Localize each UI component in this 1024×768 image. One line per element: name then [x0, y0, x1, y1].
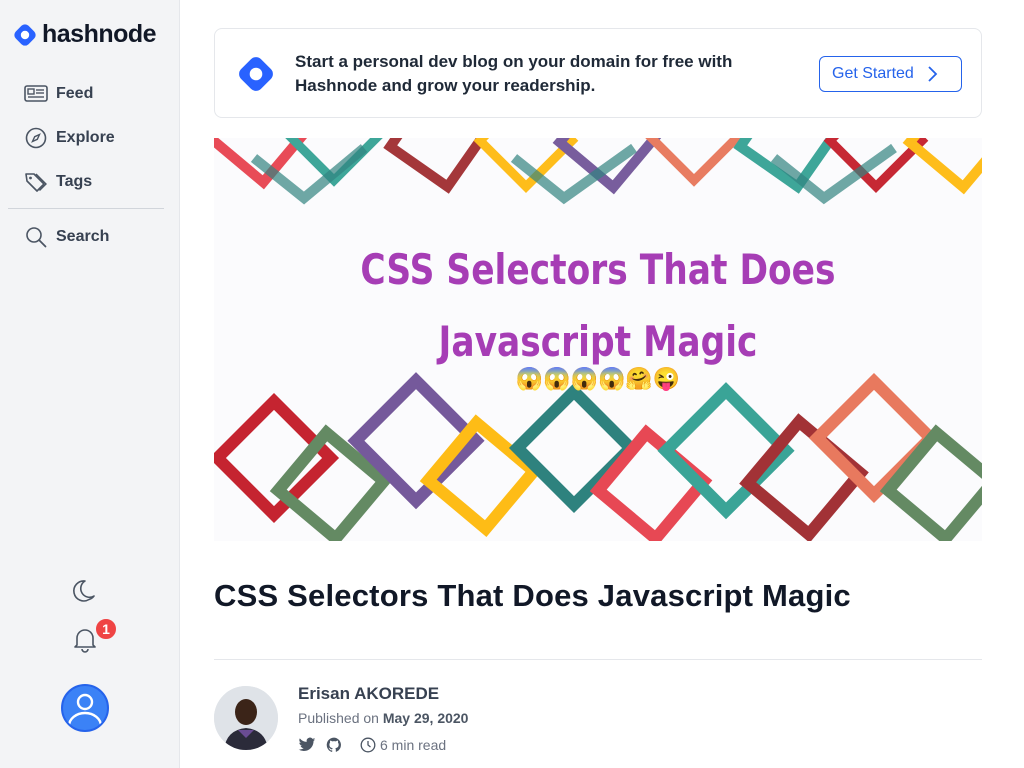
- nav-item-label: Search: [56, 228, 110, 245]
- published-date: May 29, 2020: [382, 710, 469, 726]
- get-started-label: Get Started: [832, 65, 914, 82]
- title-divider: [214, 659, 982, 660]
- tag-icon: [24, 170, 48, 194]
- brand-name: hashnode: [42, 20, 157, 48]
- user-avatar-button[interactable]: [61, 684, 109, 732]
- sidebar: hashnode Feed Explore Tags Search 1: [0, 0, 180, 768]
- promo-banner: Start a personal dev blog on your domain…: [214, 28, 982, 118]
- nav-item-label: Tags: [56, 173, 93, 190]
- hashnode-banner-icon: [235, 53, 277, 100]
- article-title: CSS Selectors That Does Javascript Magic: [214, 578, 851, 613]
- published-prefix: Published on: [298, 710, 379, 726]
- get-started-button[interactable]: Get Started: [819, 56, 962, 92]
- hashnode-logo[interactable]: hashnode: [12, 20, 157, 49]
- read-time-label: 6 min read: [380, 737, 447, 753]
- moon-icon: [73, 580, 95, 602]
- author-name[interactable]: Erisan AKOREDE: [298, 684, 439, 704]
- twitter-icon[interactable]: [298, 737, 316, 753]
- hashnode-logo-icon: [14, 23, 36, 46]
- nav-item-feed[interactable]: Feed: [0, 72, 180, 116]
- cover-image: CSS Selectors That Does Javascript Magic…: [214, 138, 982, 541]
- search-icon: [24, 225, 48, 249]
- user-avatar-icon: [67, 693, 103, 727]
- cover-emoji: 😱😱😱😱🤗😜: [515, 366, 681, 391]
- compass-icon: [24, 126, 48, 150]
- author-meta-row: 6 min read: [298, 737, 446, 753]
- nav-item-explore[interactable]: Explore: [0, 116, 180, 160]
- author-avatar[interactable]: [214, 686, 278, 750]
- cover-title-text: CSS Selectors That Does Javascript Magic: [360, 245, 836, 366]
- nav-divider: [8, 208, 164, 209]
- published-info: Published on May 29, 2020: [298, 710, 468, 726]
- feed-icon: [24, 82, 48, 106]
- theme-toggle-button[interactable]: [72, 578, 98, 609]
- github-icon[interactable]: [326, 737, 342, 753]
- main-nav: Feed Explore Tags Search: [0, 72, 180, 259]
- notification-count-badge: 1: [94, 617, 118, 641]
- clock-icon: [360, 737, 376, 753]
- nav-item-search[interactable]: Search: [0, 215, 180, 259]
- banner-text: Start a personal dev blog on your domain…: [295, 52, 733, 95]
- read-time: 6 min read: [360, 737, 446, 753]
- nav-item-tags[interactable]: Tags: [0, 160, 180, 204]
- nav-item-label: Explore: [56, 129, 115, 146]
- nav-item-label: Feed: [56, 85, 94, 102]
- chevron-right-icon: [928, 66, 938, 82]
- author-photo: [214, 686, 278, 750]
